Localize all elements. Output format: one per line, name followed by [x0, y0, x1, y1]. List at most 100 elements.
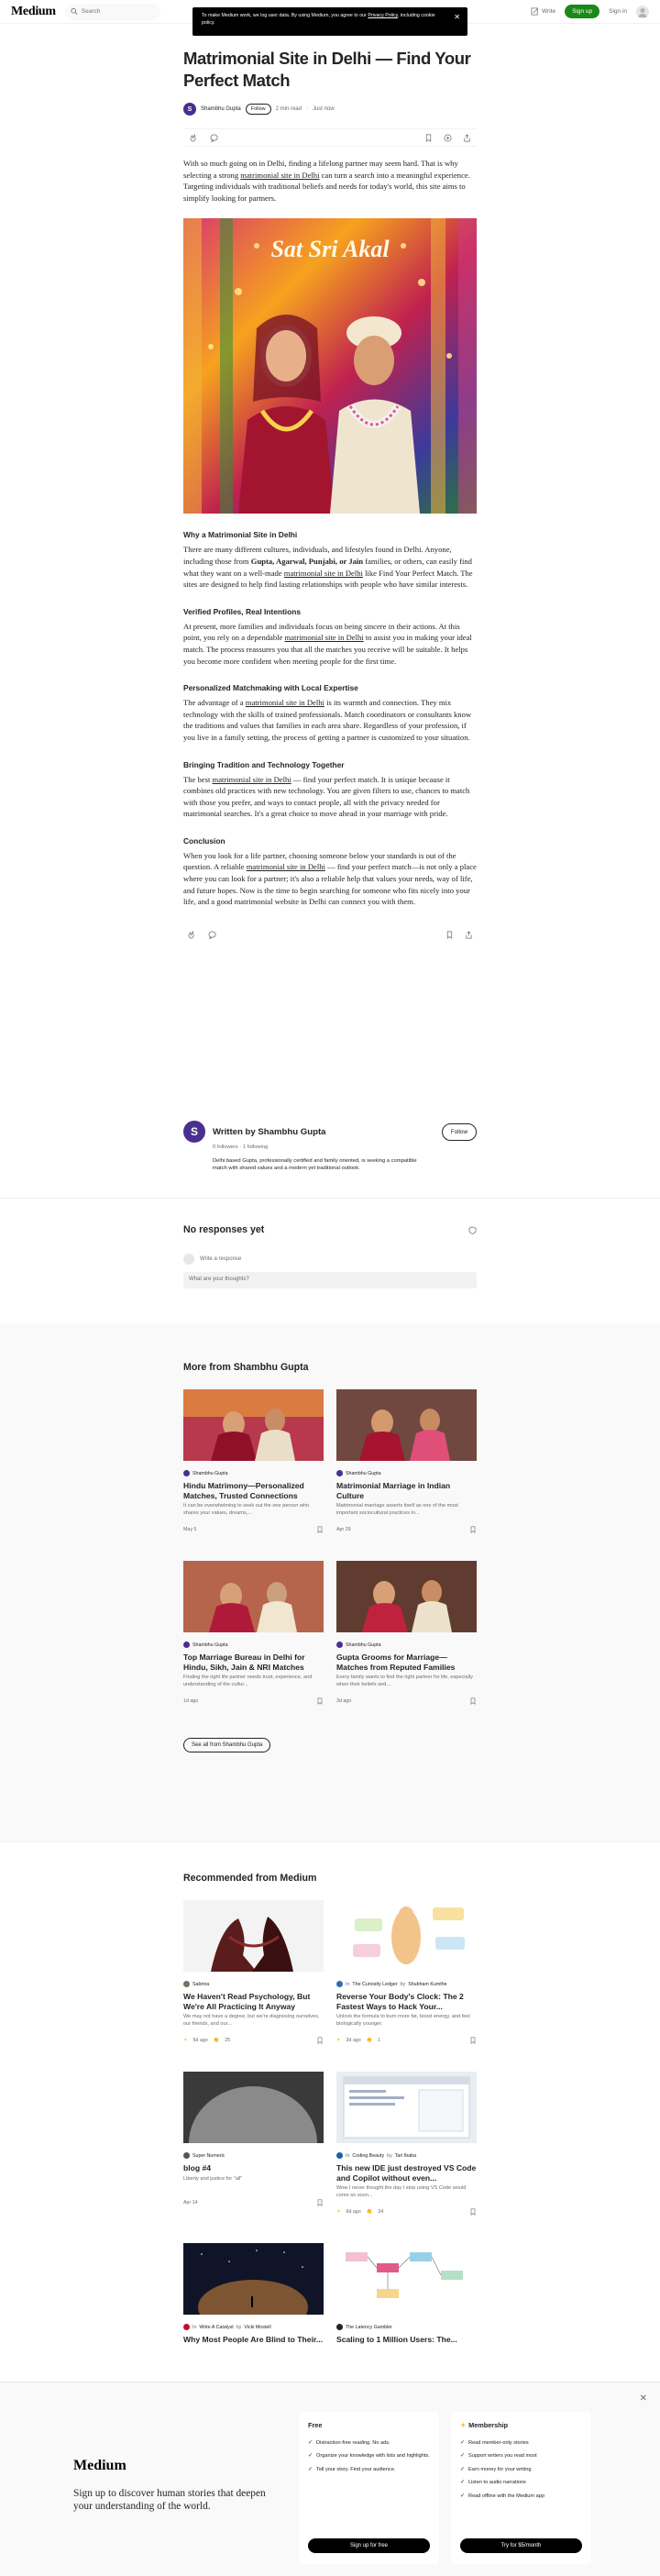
card-author[interactable]: Vicki Mostell	[244, 2325, 270, 2330]
clap-count: 1	[378, 2038, 381, 2044]
check-icon: ✓	[308, 2440, 314, 2446]
overlay-tagline: Sign up to discover human stories that d…	[73, 2488, 266, 2513]
card-title[interactable]: Top Marriage Bureau in Delhi for Hindu, …	[183, 1653, 324, 1672]
card-publication[interactable]: The Curiosity Ledger	[352, 1982, 397, 1987]
story-thumbnail[interactable]	[336, 1900, 477, 1972]
story-thumbnail[interactable]	[183, 2243, 324, 2316]
story-card[interactable]: In The Curiosity Ledger by Shubham Kumthe R…	[336, 1900, 477, 2045]
try-membership-button[interactable]: Try for $5/month	[460, 2538, 582, 2553]
inline-link[interactable]: matrimonial site in Delhi	[240, 171, 319, 180]
story-thumbnail[interactable]	[336, 1561, 477, 1633]
close-icon[interactable]: ✕	[454, 14, 460, 21]
write-button[interactable]: Write	[531, 7, 556, 16]
bottom-actions	[183, 928, 477, 943]
inline-link[interactable]: matrimonial site in Delhi	[285, 633, 364, 642]
responder-placeholder: Write a response	[200, 1256, 242, 1262]
inline-link[interactable]: matrimonial site in Delhi	[213, 775, 292, 784]
card-author[interactable]: Sabrina	[192, 1982, 209, 1987]
close-icon[interactable]: ✕	[640, 2394, 647, 2404]
bookmark-icon[interactable]	[469, 2037, 477, 2045]
follow-button[interactable]: Follow	[245, 104, 271, 115]
comment-icon[interactable]	[208, 931, 216, 940]
card-publication[interactable]: Write A Catalyst	[199, 2325, 233, 2330]
cookie-banner: To make Medium work, we log user data. B…	[192, 7, 468, 36]
bookmark-icon[interactable]	[316, 2037, 324, 2045]
privacy-policy-link[interactable]: Privacy Policy	[368, 13, 398, 18]
card-title[interactable]: Matrimonial Marriage in Indian Culture	[336, 1481, 477, 1500]
card-author[interactable]: Tari Ibaba	[395, 2153, 416, 2159]
bookmark-icon[interactable]	[316, 2199, 324, 2206]
author-avatar-large[interactable]: S	[183, 1121, 205, 1143]
author-avatar[interactable]: S	[183, 103, 196, 116]
card-author[interactable]: Shambhu Gupta	[192, 1471, 228, 1476]
card-author[interactable]: Shambhu Gupta	[192, 1642, 228, 1648]
story-thumbnail[interactable]	[183, 1900, 324, 1972]
card-author[interactable]: Shambhu Gupta	[346, 1471, 381, 1476]
inline-link[interactable]: matrimonial site in Delhi	[284, 569, 363, 578]
author-bio: Delhi based Gupta, professionally certif…	[213, 1158, 417, 1172]
signin-link[interactable]: Sign in	[609, 8, 627, 15]
story-card[interactable]: In Write A Catalyst by Vicki Mostell Why Mo…	[183, 2243, 324, 2345]
play-icon[interactable]	[444, 134, 452, 142]
story-thumbnail[interactable]	[183, 1561, 324, 1633]
inline-link[interactable]: matrimonial site in Delhi	[246, 698, 324, 707]
card-author[interactable]: Shubham Kumthe	[408, 1982, 446, 1987]
story-card[interactable]: Shambhu Gupta Matrimonial Marriage in In…	[336, 1389, 477, 1534]
story-thumbnail[interactable]	[336, 2072, 477, 2144]
shield-icon[interactable]	[468, 1226, 477, 1234]
card-title[interactable]: Scaling to 1 Million Users: The...	[336, 2335, 477, 2345]
follow-author-button[interactable]: Follow	[441, 1122, 477, 1141]
bookmark-icon[interactable]	[469, 1526, 477, 1534]
night-sky-photo	[183, 2243, 324, 2316]
story-card[interactable]: Shambhu Gupta Top Marriage Bureau in Del…	[183, 1561, 324, 1706]
card-author[interactable]: Shambhu Gupta	[346, 1642, 381, 1648]
author-name[interactable]: Shambhu Gupta	[201, 106, 241, 112]
card-title[interactable]: We Haven't Read Psychology, But We're Al…	[183, 1992, 324, 2011]
see-all-button[interactable]: See all from Shambhu Gupta	[183, 1738, 271, 1753]
card-title[interactable]: blog #4	[183, 2163, 324, 2173]
membership-plan-card: ✦ Membership ✓ Read member-only stories ✓ S…	[451, 2412, 591, 2564]
user-avatar[interactable]	[636, 5, 649, 18]
story-card[interactable]: Shambhu Gupta Hindu Matrimony—Personaliz…	[183, 1389, 324, 1534]
card-title[interactable]: Why Most People Are Blind to Their...	[183, 2335, 324, 2345]
card-publication[interactable]: Coding Beauty	[352, 2153, 384, 2159]
clap-icon[interactable]	[187, 931, 195, 939]
card-title[interactable]: Hindu Matrimony—Personalized Matches, Tr…	[183, 1481, 324, 1500]
signup-button[interactable]: Sign up	[565, 5, 600, 18]
story-thumbnail[interactable]	[336, 2243, 477, 2316]
story-card[interactable]: The Latency Gambler Scaling to 1 Million…	[336, 2243, 477, 2345]
share-icon[interactable]	[463, 133, 471, 142]
following-count[interactable]: 1 following	[243, 1144, 268, 1150]
story-thumbnail[interactable]	[336, 1389, 477, 1461]
clap-icon[interactable]	[189, 133, 197, 142]
response-input[interactable]: What are your thoughts?	[183, 1272, 477, 1288]
share-icon[interactable]	[465, 931, 473, 939]
card-author[interactable]: The Latency Gambler	[346, 2325, 392, 2330]
card-title[interactable]: Reverse Your Body's Clock: The 2 Fastest…	[336, 1992, 477, 2011]
card-subtitle: Wow I never thought the day I stop using…	[336, 2185, 467, 2198]
card-title[interactable]: Gupta Grooms for Marriage—Matches from R…	[336, 1653, 477, 1672]
written-by-label[interactable]: Written by Shambhu Gupta	[213, 1127, 325, 1137]
comment-icon[interactable]	[210, 134, 218, 142]
story-card[interactable]: Shambhu Gupta Gupta Grooms for Marriage—…	[336, 1561, 477, 1706]
story-card[interactable]: Sabrina We Haven't Read Psychology, But …	[183, 1900, 324, 2045]
card-title[interactable]: This new IDE just destroyed VS Code and …	[336, 2163, 477, 2183]
inline-link[interactable]: matrimonial site in Delhi	[247, 862, 325, 871]
bookmark-icon[interactable]	[469, 1697, 477, 1706]
medium-logo[interactable]: Medium	[11, 5, 56, 19]
card-author[interactable]: Super Numeric	[192, 2153, 225, 2159]
bookmark-icon[interactable]	[446, 931, 454, 940]
story-thumbnail[interactable]	[183, 2072, 324, 2144]
story-thumbnail[interactable]	[183, 1389, 324, 1461]
bookmark-icon[interactable]	[424, 134, 433, 142]
signup-free-button[interactable]: Sign up for free	[308, 2538, 430, 2553]
followers-count[interactable]: 0 followers	[213, 1144, 238, 1150]
bookmark-icon[interactable]	[316, 1697, 324, 1706]
story-card[interactable]: Super Numeric blog #4 Liberty and justic…	[183, 2072, 324, 2216]
bookmark-icon[interactable]	[316, 1526, 324, 1534]
search-box[interactable]	[64, 3, 160, 20]
bookmark-icon[interactable]	[469, 2208, 477, 2217]
search-input[interactable]	[81, 8, 155, 15]
story-card[interactable]: In Coding Beauty by Tari Ibaba This new IDE…	[336, 2072, 477, 2217]
author-mini-avatar	[183, 1470, 190, 1476]
